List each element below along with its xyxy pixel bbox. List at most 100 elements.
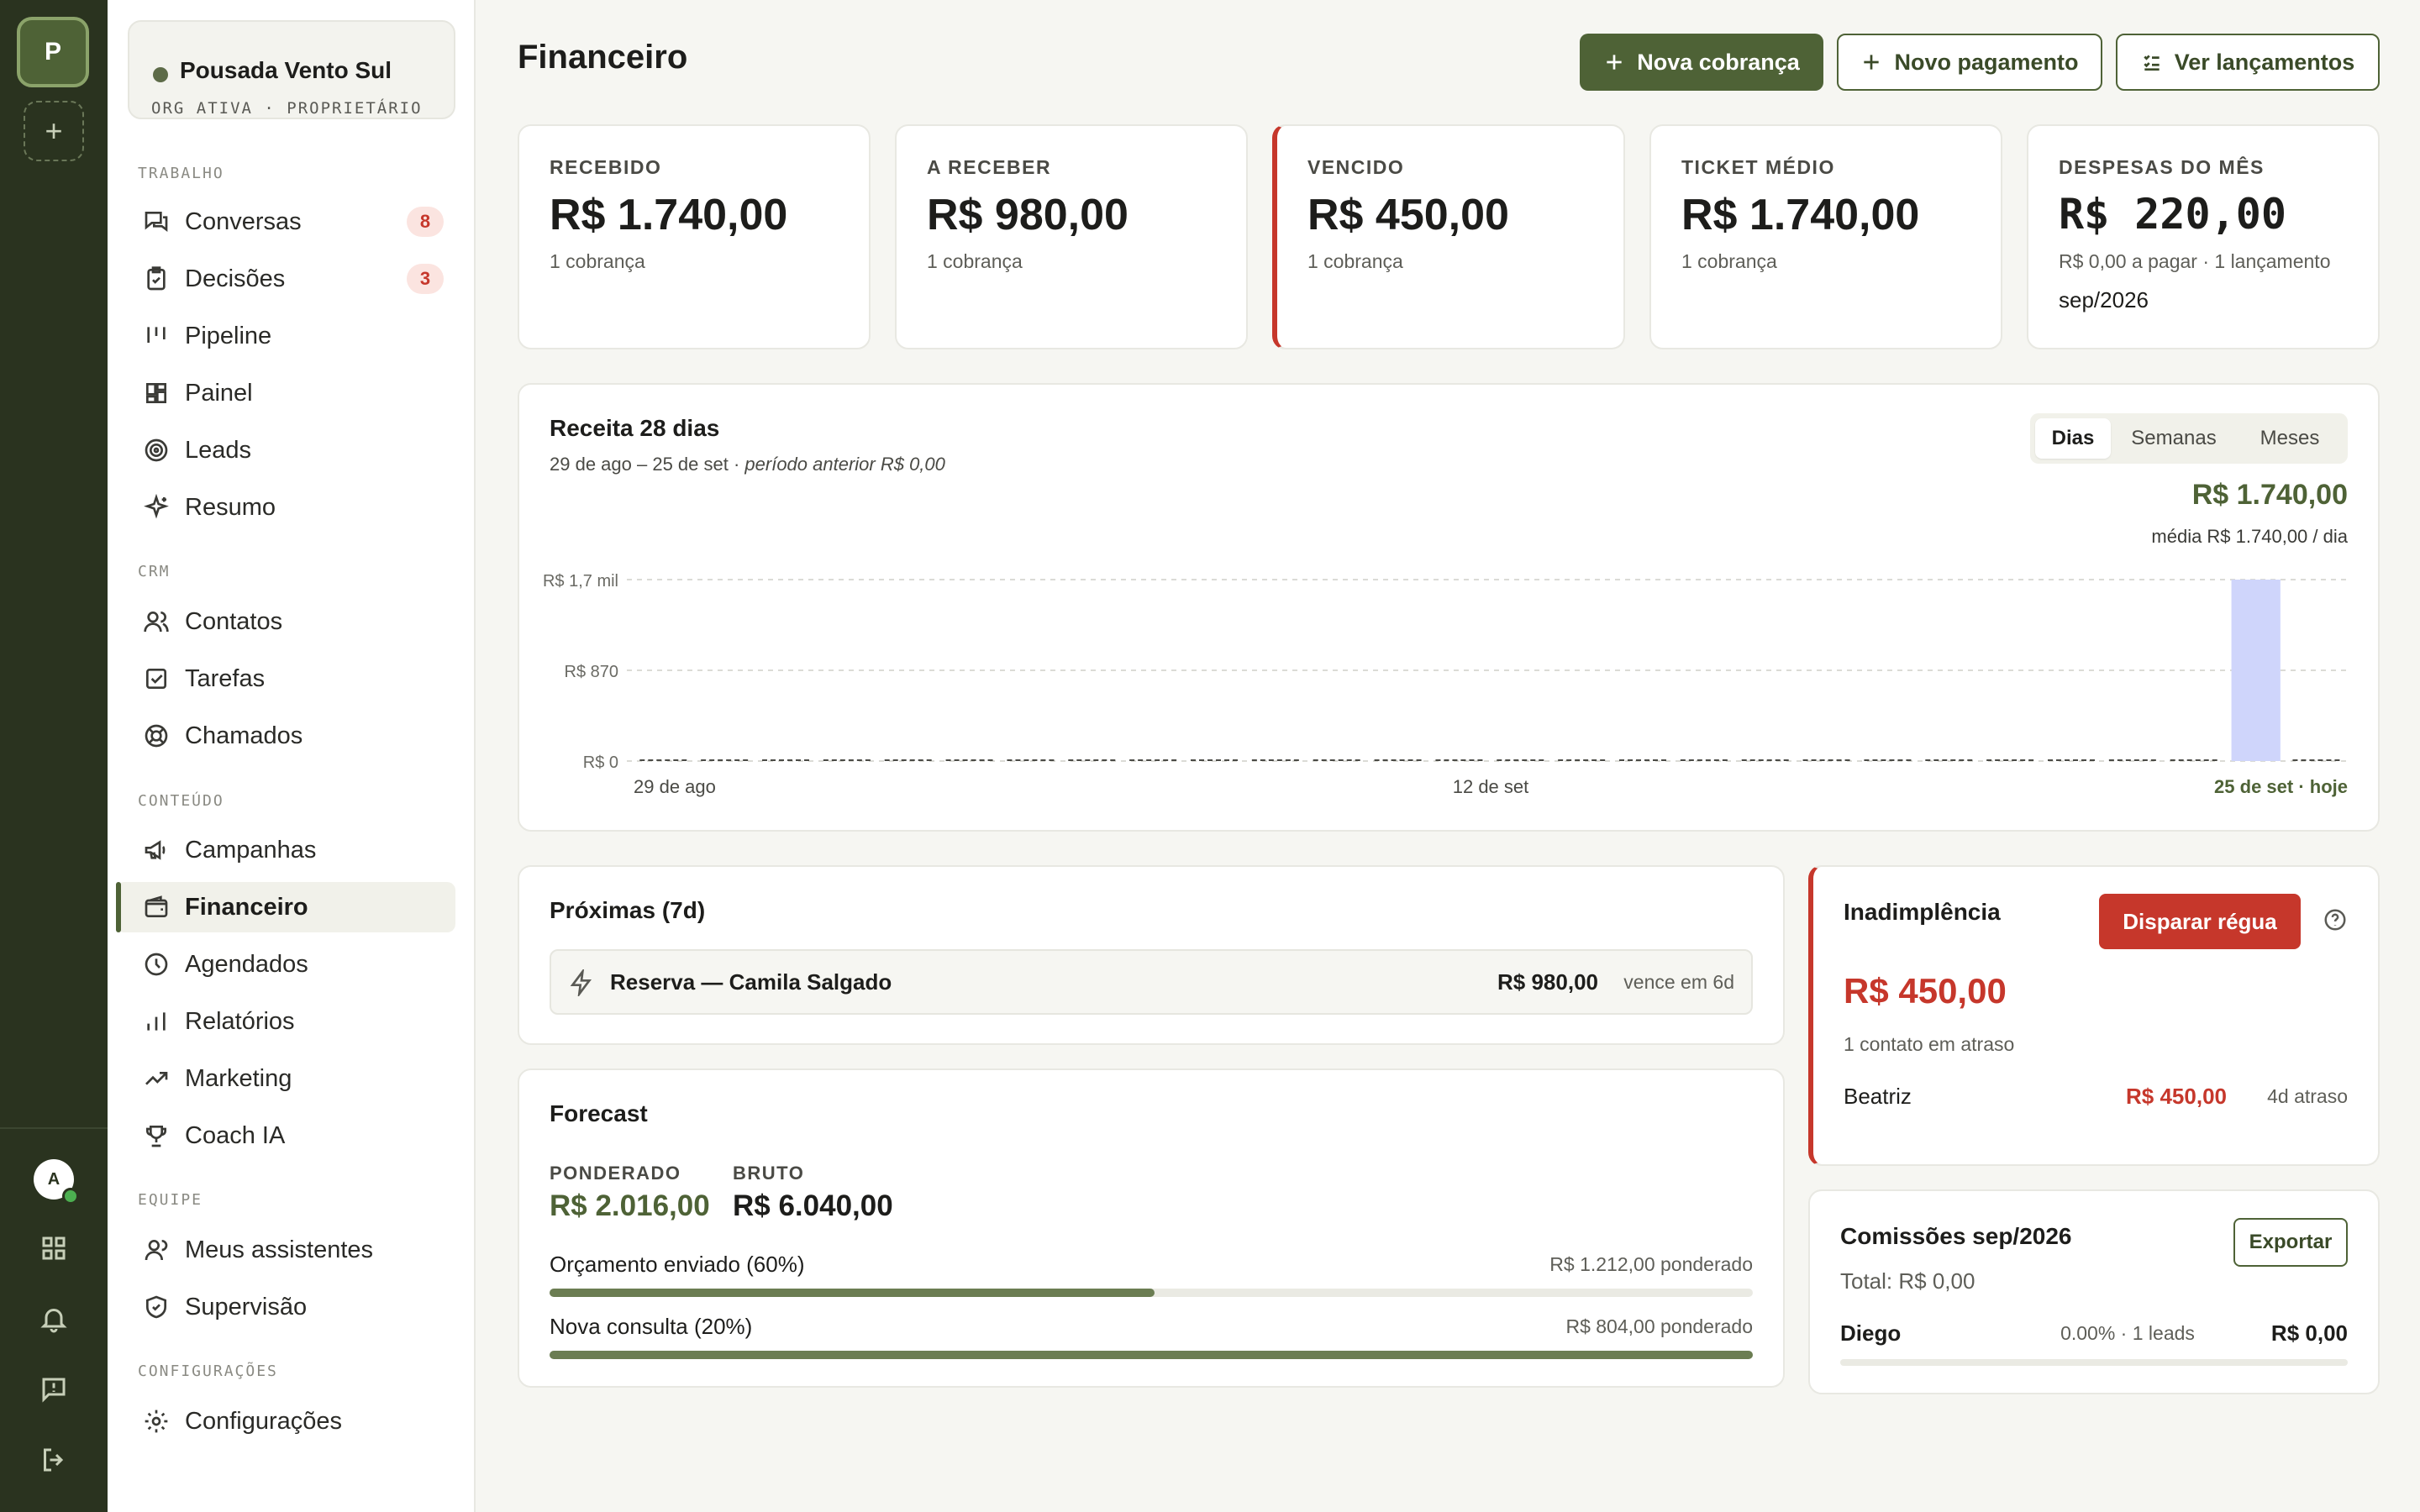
sidebar-item-label: Tarefas — [185, 664, 266, 692]
sparkle-icon — [131, 482, 182, 533]
bar-chart-icon — [131, 996, 182, 1047]
kpi-card-expenses: DESPESAS DO MÊS R$ 220,00 R$ 0,00 a paga… — [2027, 124, 2380, 349]
revenue-chart-card: Receita 28 dias 29 de ago – 25 de set · … — [518, 383, 2380, 832]
kpi-label: TICKET MÉDIO — [1681, 156, 1835, 178]
upcoming-item[interactable]: Reserva — Camila Salgado R$ 980,00 vence… — [550, 949, 1753, 1015]
sidebar-item-contatos[interactable]: Contatos — [116, 596, 455, 647]
new-payment-button[interactable]: Novo pagamento — [1837, 34, 2102, 91]
sidebar-item-chamados[interactable]: Chamados — [116, 711, 455, 761]
forecast-card: Forecast PONDERADO R$ 2.016,00 BRUTO R$ … — [518, 1068, 1785, 1388]
kpi-label: VENCIDO — [1307, 156, 1405, 178]
stage-name: Nova consulta (20%) — [550, 1314, 753, 1339]
sidebar-item-label: Marketing — [185, 1064, 292, 1092]
pipeline-icon — [131, 311, 182, 361]
trigger-dunning-button[interactable]: Disparar régua — [2099, 894, 2301, 949]
feedback-icon[interactable] — [34, 1369, 74, 1410]
pending-badge: 3 — [407, 264, 444, 294]
y-tick-label: R$ 1,7 mil — [543, 572, 618, 591]
view-entries-button[interactable]: Ver lançamentos — [2116, 34, 2380, 91]
x-tick-label: 29 de ago — [634, 776, 716, 797]
kpi-sub: 1 cobrança — [550, 250, 645, 272]
kpi-card-avg-ticket: TICKET MÉDIO R$ 1.740,00 1 cobrança — [1649, 124, 2002, 349]
sidebar-item-label: Relatórios — [185, 1007, 295, 1035]
new-payment-label: Novo pagamento — [1894, 49, 2079, 75]
sidebar-item-resumo[interactable]: Resumo — [116, 482, 455, 533]
bell-icon[interactable] — [34, 1299, 74, 1339]
plus-icon — [1864, 55, 1880, 70]
sidebar-item-leads[interactable]: Leads — [116, 425, 455, 475]
sidebar-item-label: Coach IA — [185, 1121, 286, 1149]
delinquency-total: R$ 450,00 — [1844, 971, 2007, 1011]
sidebar-item-coach-ia[interactable]: Coach IA — [116, 1110, 455, 1161]
kpi-sub: 1 cobrança — [1681, 250, 1777, 272]
org-switcher[interactable]: Pousada Vento Sul ORG ATIVA · PROPRIETÁR… — [128, 20, 455, 119]
commission-amount: R$ 0,00 — [2270, 1320, 2348, 1346]
sidebar-item-label: Configurações — [185, 1407, 342, 1435]
help-icon[interactable] — [2323, 907, 2348, 932]
kpi-label: A RECEBER — [927, 156, 1052, 178]
sidebar-item-configuracoes[interactable]: Configurações — [116, 1396, 455, 1446]
delinquent-name[interactable]: Beatriz — [1844, 1084, 1912, 1110]
plus-icon — [1607, 55, 1622, 70]
checkbox-icon — [131, 654, 182, 704]
sidebar-item-label: Pipeline — [185, 322, 272, 349]
logout-icon[interactable] — [34, 1440, 74, 1480]
lifebuoy-icon — [131, 711, 182, 761]
sidebar-item-campanhas[interactable]: Campanhas — [116, 825, 455, 875]
nav-section-configuracoes: CONFIGURAÇÕES — [138, 1362, 278, 1380]
weighted-value: R$ 2.016,00 — [550, 1189, 710, 1222]
kpi-sub: R$ 0,00 a pagar · 1 lançamento — [2059, 250, 2331, 272]
add-workspace-button[interactable]: + — [24, 101, 84, 161]
checklist-icon — [2144, 55, 2160, 71]
sidebar-item-tarefas[interactable]: Tarefas — [116, 654, 455, 704]
online-status-dot — [62, 1188, 79, 1205]
sidebar-item-pipeline[interactable]: Pipeline — [116, 311, 455, 361]
rail-divider — [0, 1127, 108, 1129]
upcoming-item-name: Reserva — Camila Salgado — [610, 969, 892, 995]
y-tick-label: R$ 870 — [565, 663, 619, 681]
apps-grid-icon[interactable] — [34, 1228, 74, 1268]
new-charge-button[interactable]: Nova cobrança — [1580, 34, 1823, 91]
kpi-label: RECEBIDO — [550, 156, 662, 178]
org-name: Pousada Vento Sul — [180, 57, 392, 83]
stage-progress-fill — [550, 1289, 1155, 1297]
kpi-value: R$ 220,00 — [2059, 190, 2286, 239]
kpi-value: R$ 450,00 — [1307, 191, 1509, 239]
gross-value: R$ 6.040,00 — [733, 1189, 893, 1222]
sidebar-item-marketing[interactable]: Marketing — [116, 1053, 455, 1104]
sidebar-item-decisoes[interactable]: Decisões 3 — [116, 254, 455, 304]
sidebar-item-agendados[interactable]: Agendados — [116, 939, 455, 990]
delinquency-sub: 1 contato em atraso — [1844, 1033, 2015, 1055]
kpi-value: R$ 1.740,00 — [1681, 191, 1920, 239]
sidebar-item-meus-assistentes[interactable]: Meus assistentes — [116, 1225, 455, 1275]
upcoming-item-due: vence em 6d — [1623, 971, 1734, 993]
delinquency-card: Inadimplência Disparar régua R$ 450,00 1… — [1808, 865, 2380, 1166]
stage-value: R$ 1.212,00 ponderado — [1549, 1253, 1753, 1275]
forecast-title: Forecast — [550, 1100, 648, 1126]
sidebar-item-label: Conversas — [185, 207, 302, 235]
chat-icon — [131, 197, 182, 247]
upcoming-card: Próximas (7d) Reserva — Camila Salgado R… — [518, 865, 1785, 1045]
nav-section-equipe: EQUIPE — [138, 1191, 203, 1209]
page-title: Financeiro — [518, 39, 688, 76]
sidebar-item-conversas[interactable]: Conversas 8 — [116, 197, 455, 247]
sidebar-item-painel[interactable]: Painel — [116, 368, 455, 418]
users-icon — [131, 596, 182, 647]
workspace-switcher[interactable]: P — [17, 17, 89, 87]
trending-up-icon — [131, 1053, 182, 1104]
sidebar-item-relatorios[interactable]: Relatórios — [116, 996, 455, 1047]
sidebar-item-financeiro[interactable]: Financeiro — [116, 882, 455, 932]
sidebar-item-label: Financeiro — [185, 893, 308, 921]
export-button[interactable]: Exportar — [2233, 1218, 2348, 1267]
megaphone-icon — [131, 825, 182, 875]
sidebar-item-supervisao[interactable]: Supervisão — [116, 1282, 455, 1332]
kpi-card-overdue: VENCIDO R$ 450,00 1 cobrança — [1272, 124, 1625, 349]
kpi-card-receivable: A RECEBER R$ 980,00 1 cobrança — [895, 124, 1248, 349]
org-status-dot — [153, 67, 168, 82]
nav-section-trabalho: TRABALHO — [138, 165, 224, 182]
commissions-title: Comissões sep/2026 — [1840, 1223, 2072, 1249]
revenue-bar-chart: R$ 1,7 mil R$ 870 R$ 0 29 de ago 12 de set 25… — [543, 572, 2348, 797]
upcoming-title: Próximas (7d) — [550, 897, 706, 923]
x-tick-label: 25 de set · hoje — [2214, 776, 2348, 797]
kpi-value: R$ 1.740,00 — [550, 191, 788, 239]
